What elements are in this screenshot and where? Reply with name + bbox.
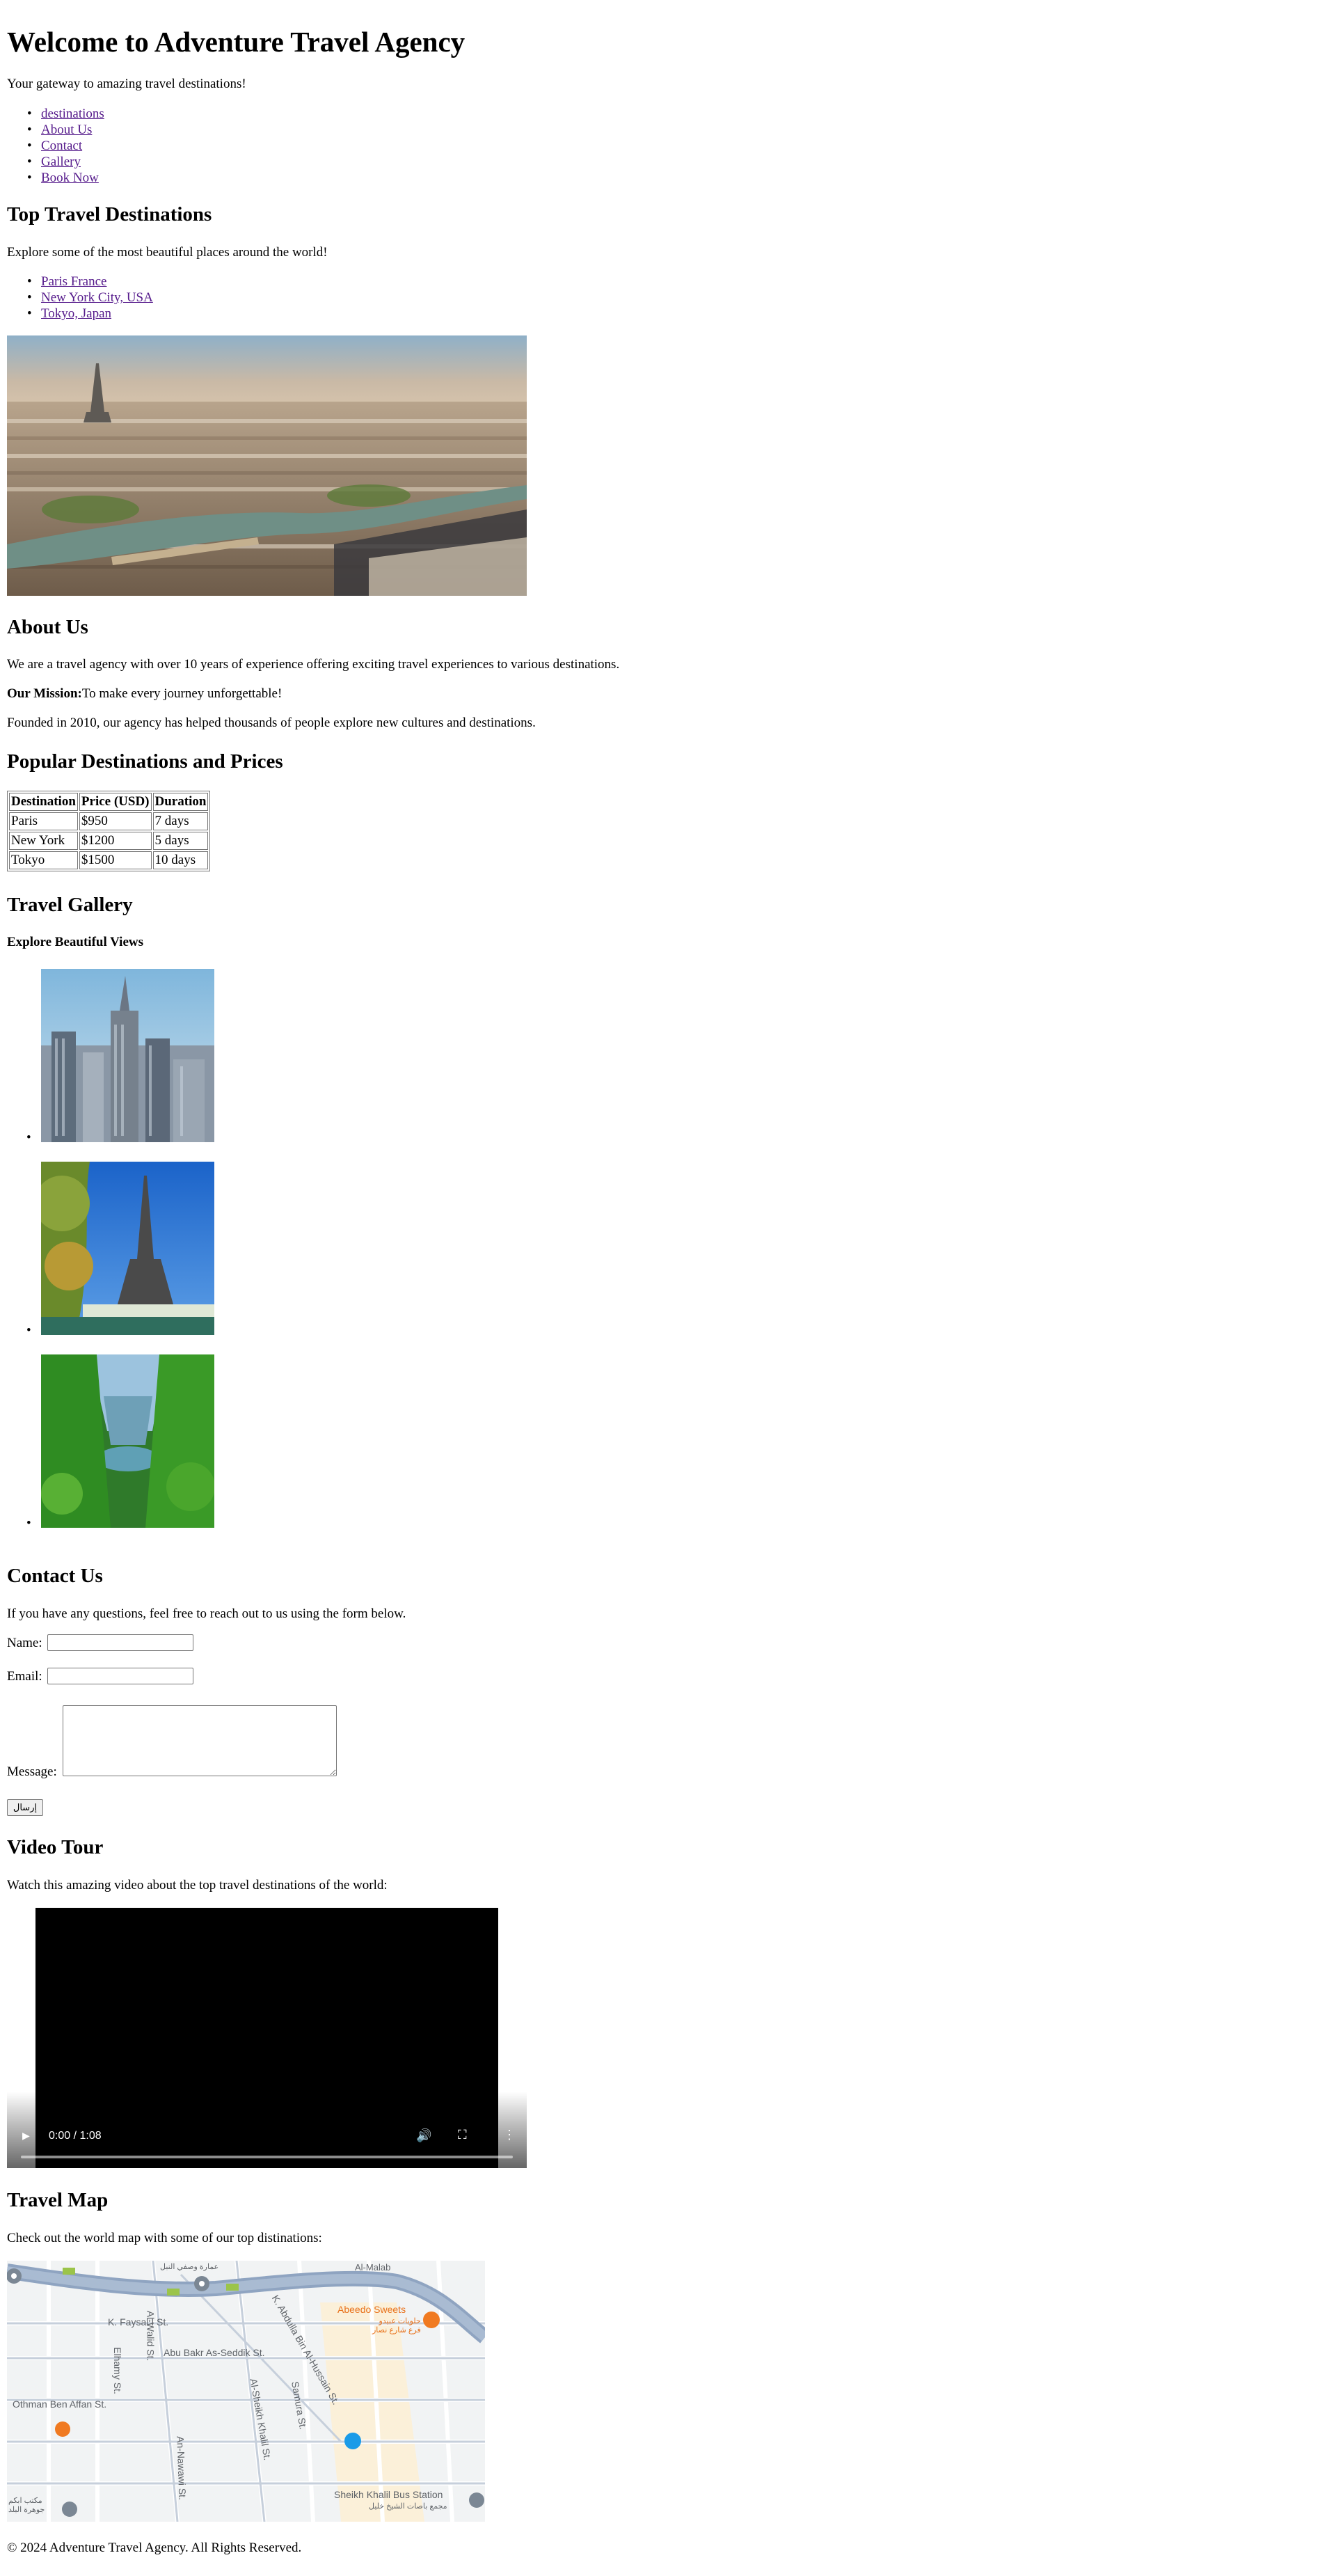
more-options-icon[interactable]: ⋮ [503,2128,516,2142]
destination-list: Paris France New York City, USA Tokyo, J… [27,274,153,322]
name-label: Name: [7,1636,42,1650]
table-header-row: Destination Price (USD) Duration [9,793,209,811]
table-cell: 7 days [152,812,209,830]
map-label-seddik: Abu Bakr As-Seddik St. [164,2347,265,2358]
prices-heading: Popular Destinations and Prices [7,750,283,773]
play-icon[interactable]: ▶ [22,2130,30,2142]
destination-item: Tokyo, Japan [27,306,153,322]
about-heading: About Us [7,616,88,638]
map-label-nawawi: An-Nawawi St. [175,2435,189,2501]
table-cell: Tokyo [9,851,78,869]
map-label-bus-station: Sheikh Khalil Bus Station [334,2489,443,2500]
page-tagline: Your gateway to amazing travel destinati… [7,77,246,91]
table-cell: $1200 [79,832,152,850]
map-heading: Travel Map [7,2189,109,2211]
list-bullet: • [26,1516,31,1531]
list-bullet: • [26,1130,31,1145]
email-label: Email: [7,1669,42,1684]
gallery-heading: Travel Gallery [7,894,133,916]
destination-link-tokyo[interactable]: Tokyo, Japan [41,306,111,321]
nav-item-destinations: destinations [27,106,104,122]
name-field[interactable] [47,1634,193,1651]
video-progress-bar[interactable] [21,2156,513,2158]
table-cell: 10 days [152,851,209,869]
contact-intro: If you have any questions, feel free to … [7,1606,406,1621]
map-label-bottom-ar: مكتب ابكم جوهرة البلد [8,2497,45,2514]
video-player[interactable]: ▶ 0:00 / 1:08 🔊 ⛶ ⋮ [7,1908,527,2168]
contact-heading: Contact Us [7,1565,103,1587]
table-cell: $950 [79,812,152,830]
destination-item: New York City, USA [27,290,153,306]
column-header-price: Price (USD) [79,793,152,811]
map-label-walid: Al-Walid St. [145,2310,157,2362]
gallery-image-new-york [41,969,214,1142]
video-intro: Watch this amazing video about the top t… [7,1878,388,1893]
main-nav: destinations About Us Contact Gallery Bo… [27,106,104,186]
destination-link-new-york[interactable]: New York City, USA [41,290,153,305]
list-bullet: • [26,1323,31,1338]
map-label-bus-station-ar: مجمع باصات الشيخ خليل [369,2502,447,2511]
destinations-heading: Top Travel Destinations [7,203,212,226]
nav-item-book: Book Now [27,170,104,186]
nav-item-about: About Us [27,122,104,138]
map-label-almalab: Al-Malab [355,2262,391,2273]
founded-text: Founded in 2010, our agency has helped t… [7,716,536,730]
destination-item: Paris France [27,274,153,290]
map-label-elhamy: Elhamy St. [111,2347,123,2394]
volume-icon[interactable]: 🔊 [416,2128,431,2143]
about-text: We are a travel agency with over 10 year… [7,657,620,672]
submit-button[interactable]: إرسال [7,1799,43,1816]
column-header-destination: Destination [9,793,78,811]
nav-link-destinations[interactable]: destinations [41,106,104,121]
mission-text: To make every journey unforgettable! [81,686,283,701]
map-intro: Check out the world map with some of our… [7,2231,322,2245]
nav-item-gallery: Gallery [27,154,104,170]
table-cell: New York [9,832,78,850]
footer-text: © 2024 Adventure Travel Agency. All Righ… [7,2541,302,2555]
nav-item-contact: Contact [27,138,104,154]
message-label: Message: [7,1764,57,1779]
nav-link-gallery[interactable]: Gallery [41,155,81,169]
message-field[interactable] [63,1705,337,1776]
gallery-image-eiffel [41,1162,214,1335]
gallery-subheading: Explore Beautiful Views [7,935,143,949]
table-row: Tokyo $1500 10 days [9,851,209,869]
table-cell: $1500 [79,851,152,869]
table-row: New York $1200 5 days [9,832,209,850]
nav-link-about[interactable]: About Us [41,123,92,137]
map-label-sweets-ar: حلويات عبيدو فرع شارع نصار [372,2317,421,2334]
table-row: Paris $950 7 days [9,812,209,830]
map-label-faysal: K. Faysal I St. [108,2316,169,2328]
gallery-image-valley [41,1354,214,1528]
embedded-map[interactable]: K. Faysal I St. Abu Bakr As-Seddik St. O… [7,2261,485,2522]
page-title: Welcome to Adventure Travel Agency [7,26,466,58]
fullscreen-icon[interactable]: ⛶ [458,2128,467,2142]
map-label-top-ar: عمارة وصفي النبل [160,2263,219,2271]
paris-panorama-image [7,335,527,596]
destinations-intro: Explore some of the most beautiful place… [7,245,328,260]
video-controls: ▶ 0:00 / 1:08 🔊 ⛶ ⋮ [7,2092,527,2168]
destination-link-paris[interactable]: Paris France [41,274,106,289]
email-field[interactable] [47,1668,193,1684]
nav-link-book-now[interactable]: Book Now [41,171,99,185]
column-header-duration: Duration [152,793,209,811]
mission-label: Our Mission: [7,686,82,701]
map-label-sweets: Abeedo Sweets [337,2304,406,2315]
table-cell: 5 days [152,832,209,850]
video-time: 0:00 / 1:08 [49,2130,102,2142]
map-label-othman: Othman Ben Affan St. [13,2399,107,2410]
video-heading: Video Tour [7,1836,104,1858]
prices-table: Destination Price (USD) Duration Paris $… [7,791,211,871]
table-cell: Paris [9,812,78,830]
mission-line: Our Mission:To make every journey unforg… [7,686,282,702]
nav-link-contact[interactable]: Contact [41,139,82,153]
